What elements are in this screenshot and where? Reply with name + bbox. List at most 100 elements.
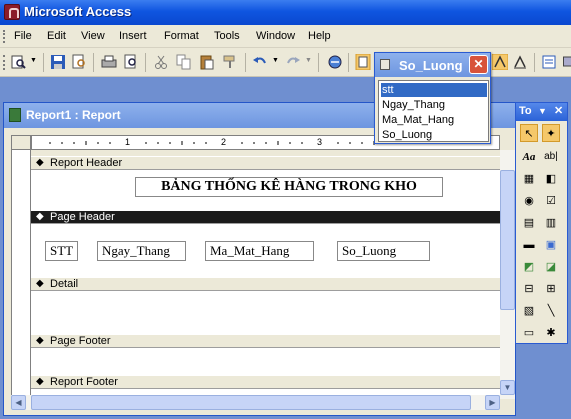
toolbox-icon[interactable]	[492, 54, 508, 70]
field-item-so-luong[interactable]: So_Luong	[381, 128, 487, 142]
section-label: Page Header	[50, 211, 115, 223]
toolbox-title: To	[519, 105, 532, 117]
column-label-so-luong[interactable]: So_Luong	[337, 241, 430, 261]
page-break-icon[interactable]: ⊟	[520, 280, 538, 298]
build-icon[interactable]	[560, 54, 571, 70]
section-arrow-icon: ◆	[36, 157, 44, 168]
menubar-grip[interactable]	[3, 30, 6, 43]
checkbox-icon[interactable]: ☑	[542, 192, 560, 210]
redo-icon[interactable]	[285, 54, 301, 70]
field-item-ngay-thang[interactable]: Ngay_Thang	[381, 98, 487, 112]
vertical-ruler[interactable]	[11, 150, 31, 395]
more-controls-icon[interactable]: ✱	[542, 324, 560, 342]
combo-box-icon[interactable]: ▤	[520, 214, 538, 232]
hyperlink-icon[interactable]	[327, 54, 343, 70]
menu-tools[interactable]: Tools	[214, 30, 240, 42]
toolbox-window: To ▼ ✕ ↖ ✦ Aa ab| ▦ ◧ ◉ ☑ ▤ ▥ ▬ ▣ ◩ ◪ ⊟ …	[515, 102, 568, 344]
tab-control-icon[interactable]: ⊞	[542, 280, 560, 298]
section-bar-detail[interactable]: ◆ Detail	[31, 277, 500, 291]
menu-help[interactable]: Help	[308, 30, 331, 42]
access-app-icon[interactable]	[4, 4, 20, 20]
ruler-number: 1	[125, 137, 131, 147]
undo-dropdown-icon[interactable]: ▼	[272, 57, 279, 64]
print-icon[interactable]	[101, 54, 117, 70]
section-bar-report-header[interactable]: ◆ Report Header	[31, 156, 500, 170]
report-header-section[interactable]: BẢNG THỐNG KÊ HÀNG TRONG KHO	[31, 170, 500, 210]
line-icon[interactable]: ╲	[542, 302, 560, 320]
field-item-ma-mat-hang[interactable]: Ma_Mat_Hang	[381, 113, 487, 127]
horizontal-scroll-thumb[interactable]	[31, 395, 471, 410]
subform-icon[interactable]: ▧	[520, 302, 538, 320]
properties-icon[interactable]	[541, 54, 557, 70]
copy-icon[interactable]	[176, 54, 192, 70]
close-icon[interactable]: ✕	[554, 104, 563, 117]
column-label-stt[interactable]: STT	[45, 241, 79, 261]
table-icon	[380, 59, 390, 70]
section-bar-report-footer[interactable]: ◆ Report Footer	[31, 375, 500, 389]
menu-format[interactable]: Format	[164, 30, 199, 42]
ruler-corner-selector[interactable]	[11, 135, 31, 150]
file-search-icon[interactable]	[71, 54, 87, 70]
print-preview-icon[interactable]	[123, 54, 139, 70]
view-dropdown-icon[interactable]: ▼	[30, 57, 37, 64]
column-label-ma-mat-hang[interactable]: Ma_Mat_Hang	[205, 241, 314, 261]
horizontal-scrollbar[interactable]: ◀ ▶	[11, 395, 500, 410]
report-title-label[interactable]: BẢNG THỐNG KÊ HÀNG TRONG KHO	[135, 177, 443, 197]
app-titlebar: Microsoft Access	[0, 0, 571, 25]
vertical-scroll-thumb[interactable]	[500, 170, 515, 310]
rectangle-icon[interactable]: ▭	[520, 324, 538, 342]
scroll-left-button[interactable]: ◀	[11, 395, 26, 410]
autoformat-icon[interactable]	[512, 54, 528, 70]
label-icon[interactable]: Aa	[520, 148, 538, 166]
toolbar-grip[interactable]	[3, 55, 6, 70]
control-wizards-icon[interactable]: ✦	[542, 124, 560, 142]
format-painter-icon[interactable]	[222, 54, 238, 70]
section-label: Report Footer	[50, 376, 118, 388]
textbox-icon[interactable]: ab|	[542, 148, 560, 166]
scroll-down-button[interactable]: ▼	[500, 380, 515, 395]
menu-insert[interactable]: Insert	[119, 30, 147, 42]
section-bar-page-header[interactable]: ◆ Page Header	[31, 210, 500, 224]
toolbar-separator	[43, 53, 44, 72]
toolbar-separator	[245, 53, 246, 72]
menu-file[interactable]: File	[14, 30, 32, 42]
report-design-window: Report1 : Report 1 2 3 ◆ Report Header B…	[3, 102, 516, 416]
toolbox-titlebar[interactable]: To ▼ ✕	[516, 103, 567, 121]
vertical-scrollbar[interactable]: ▼	[500, 150, 515, 399]
page-header-section[interactable]: STT Ngay_Thang Ma_Mat_Hang So_Luong	[31, 224, 500, 277]
report-icon[interactable]	[9, 108, 21, 122]
view-icon[interactable]	[11, 54, 27, 70]
bound-object-icon[interactable]: ◪	[542, 258, 560, 276]
field-list-icon[interactable]	[355, 54, 371, 70]
section-arrow-icon: ◆	[36, 278, 44, 289]
select-objects-icon[interactable]: ↖	[520, 124, 538, 142]
menu-window[interactable]: Window	[256, 30, 295, 42]
unbound-object-icon[interactable]: ◩	[520, 258, 538, 276]
detail-section[interactable]	[31, 291, 500, 334]
menu-bar: File Edit View Insert Format Tools Windo…	[0, 25, 571, 48]
scroll-right-button[interactable]: ▶	[485, 395, 500, 410]
paste-icon[interactable]	[199, 54, 215, 70]
menu-view[interactable]: View	[81, 30, 105, 42]
toggle-button-icon[interactable]: ◧	[542, 170, 560, 188]
ruler-number: 3	[317, 137, 323, 147]
toolbar-options-icon[interactable]: ▼	[538, 106, 547, 116]
list-box-icon[interactable]: ▥	[542, 214, 560, 232]
command-button-icon[interactable]: ▬	[520, 236, 538, 254]
redo-dropdown-icon[interactable]: ▼	[305, 57, 312, 64]
option-button-icon[interactable]: ◉	[520, 192, 538, 210]
menu-edit[interactable]: Edit	[47, 30, 66, 42]
close-icon[interactable]: ✕	[469, 55, 488, 74]
save-icon[interactable]	[50, 54, 66, 70]
field-item-stt[interactable]: stt	[381, 83, 487, 97]
field-list-titlebar[interactable]: So_Luong ✕	[375, 53, 490, 77]
section-bar-page-footer[interactable]: ◆ Page Footer	[31, 334, 500, 348]
undo-icon[interactable]	[252, 54, 268, 70]
option-group-icon[interactable]: ▦	[520, 170, 538, 188]
page-footer-section[interactable]	[31, 348, 500, 375]
column-label-ngay-thang[interactable]: Ngay_Thang	[97, 241, 186, 261]
cut-icon[interactable]	[153, 54, 169, 70]
image-icon[interactable]: ▣	[542, 236, 560, 254]
field-list: stt Ngay_Thang Ma_Mat_Hang So_Luong	[378, 80, 489, 142]
toolbar-separator	[145, 53, 146, 72]
